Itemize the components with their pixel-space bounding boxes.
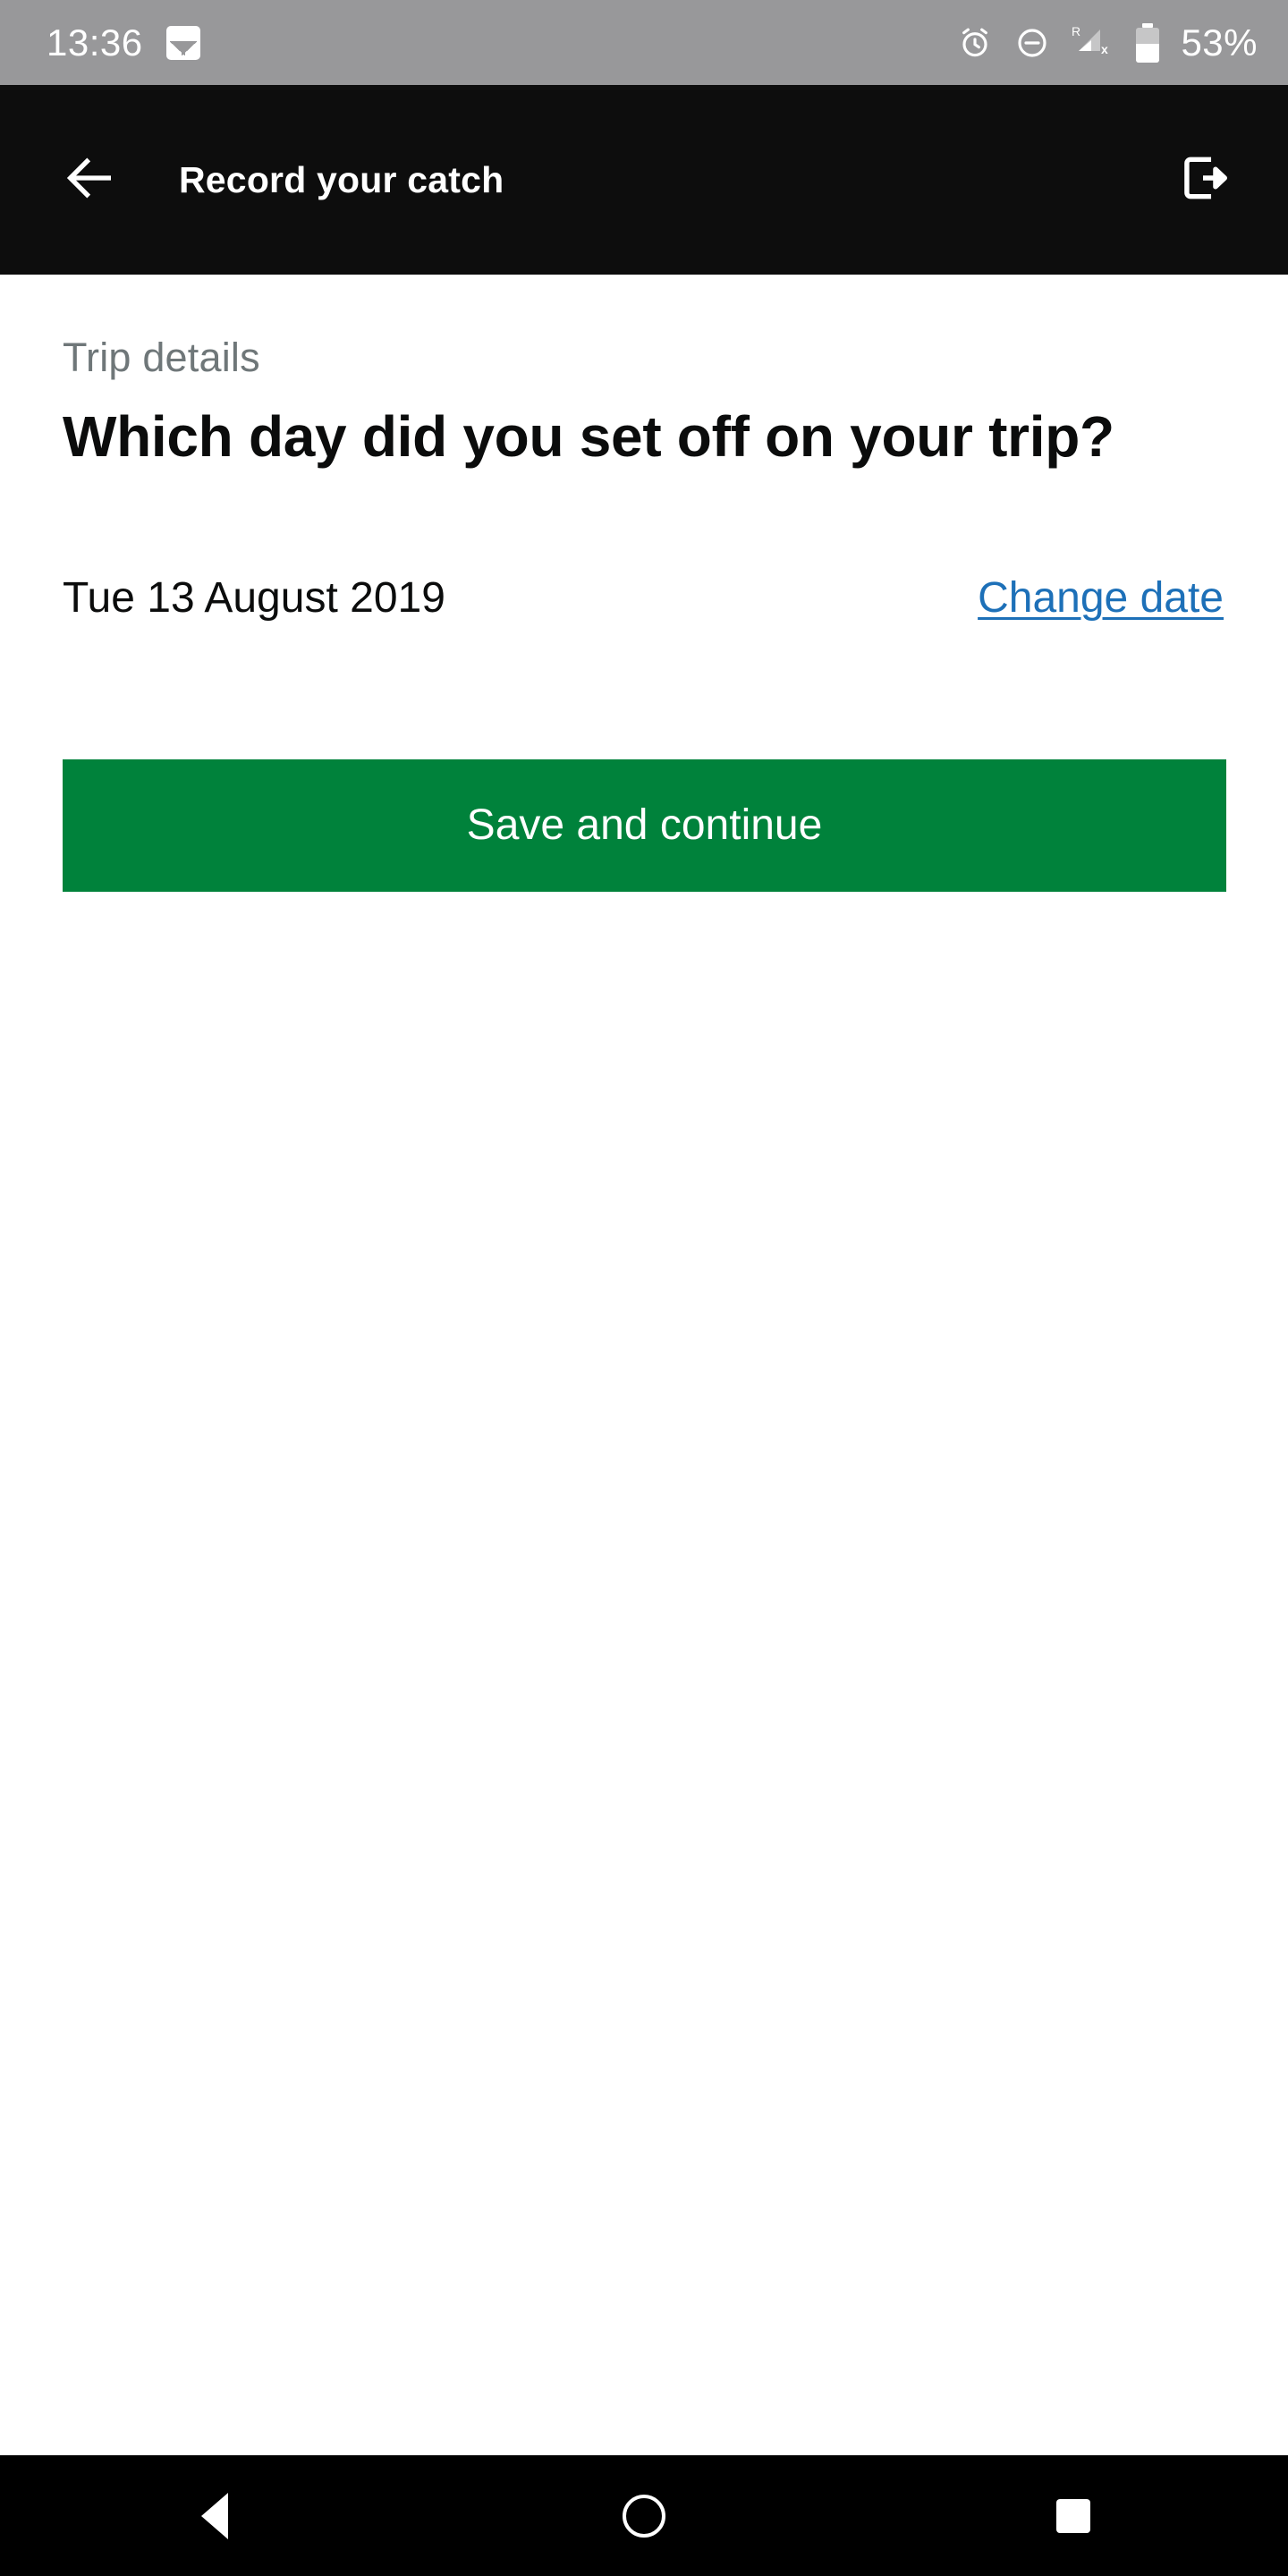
status-bar: 13:36 R x 53% (0, 0, 1288, 85)
exit-button[interactable] (1118, 85, 1288, 275)
nav-home-button[interactable] (572, 2455, 716, 2576)
android-nav-bar (0, 2455, 1288, 2576)
circle-home-icon (623, 2494, 665, 2538)
selected-date-value: Tue 13 August 2019 (63, 574, 445, 622)
battery-icon (1136, 22, 1160, 63)
status-bar-left: 13:36 (47, 21, 200, 64)
signal-roaming-no-service-icon: R x (1072, 24, 1114, 62)
triangle-back-icon (201, 2492, 228, 2539)
status-bar-clock: 13:36 (47, 21, 143, 64)
svg-text:x: x (1101, 42, 1108, 56)
change-date-link[interactable]: Change date (978, 573, 1224, 623)
nav-back-button[interactable] (143, 2455, 286, 2576)
date-row: Tue 13 August 2019 Change date (63, 573, 1225, 623)
back-button[interactable] (0, 85, 179, 275)
main-content: Trip details Which day did you set off o… (0, 275, 1288, 2455)
save-and-continue-button[interactable]: Save and continue (63, 759, 1226, 892)
square-recents-icon (1056, 2498, 1090, 2533)
do-not-disturb-icon (1014, 25, 1050, 61)
battery-percent-label: 53% (1181, 21, 1258, 64)
svg-text:R: R (1072, 24, 1080, 38)
app-bar: Record your catch (0, 85, 1288, 275)
phone-screen: 13:36 R x 53% Record your catch Trip det… (0, 0, 1288, 2576)
alarm-icon (957, 25, 993, 61)
status-bar-right: R x 53% (957, 21, 1258, 64)
nav-recents-button[interactable] (1002, 2455, 1145, 2576)
photo-icon (165, 25, 200, 60)
section-caption: Trip details (63, 335, 260, 380)
question-heading: Which day did you set off on your trip? (63, 404, 1114, 469)
page-title: Record your catch (179, 158, 504, 200)
sign-out-icon (1175, 150, 1231, 210)
back-arrow-icon (61, 149, 118, 211)
